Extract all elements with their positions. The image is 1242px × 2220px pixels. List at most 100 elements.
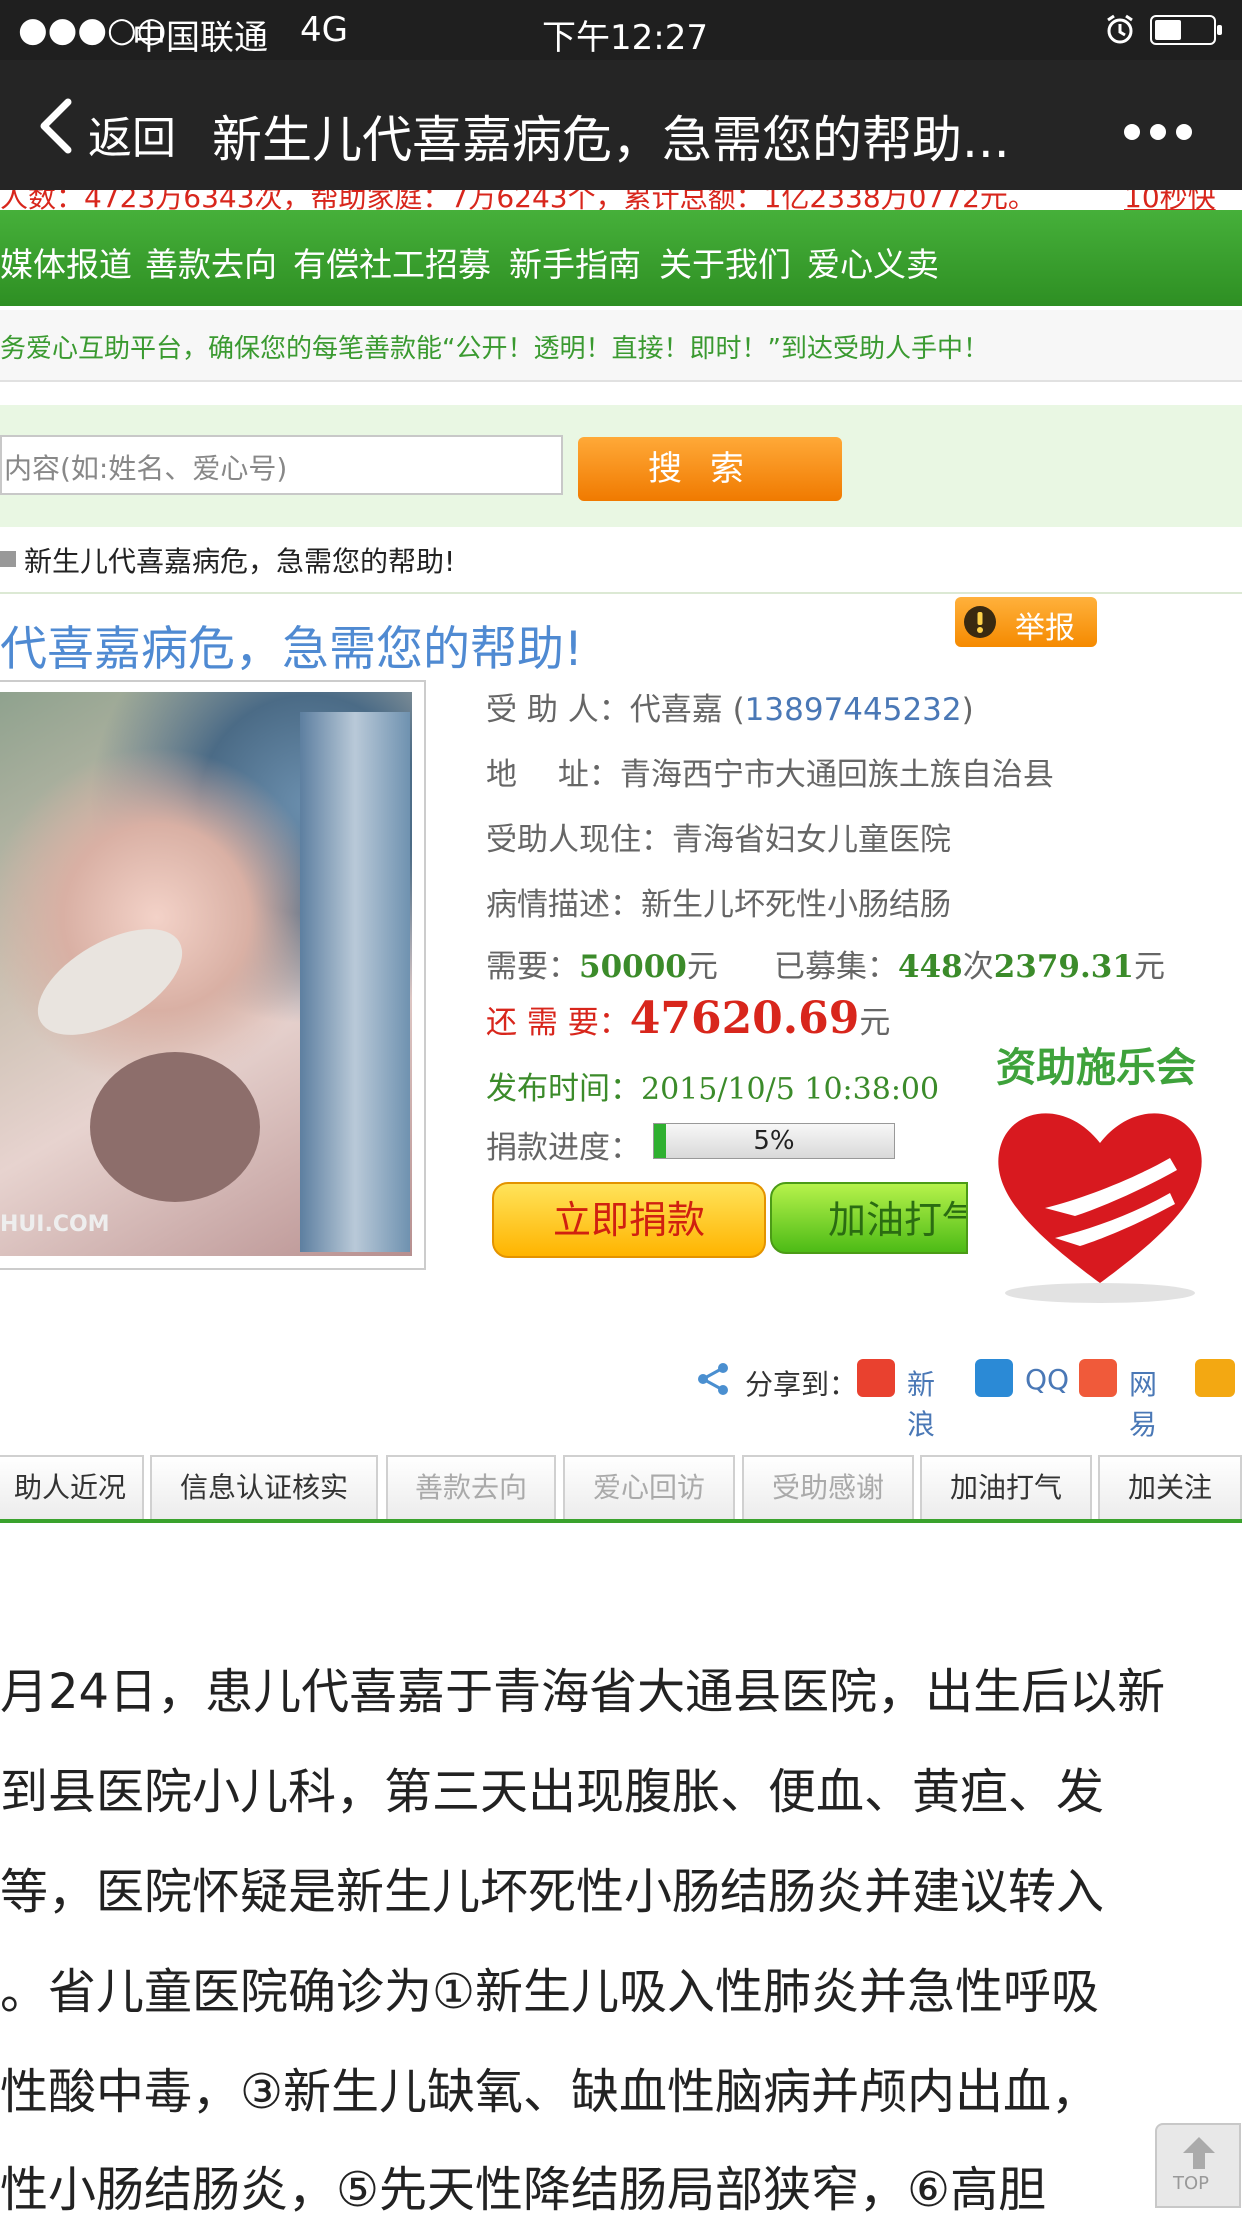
network-type: 4G (300, 10, 348, 50)
publish-label: 发布时间： (486, 1071, 641, 1107)
search-input[interactable]: 内容(如:姓名、爱心号) (0, 435, 563, 495)
share-sina[interactable]: 新浪 (907, 1363, 935, 1443)
menu-item-charity-sale[interactable]: 爱心义卖 (807, 238, 939, 286)
clock: 下午12:27 (542, 18, 708, 58)
progress-text: 5% (753, 1126, 795, 1156)
slogan-text: 务爱心互助平台，确保您的每笔善款能“公开！透明！直接！即时！”到达受助人手中！ (0, 334, 989, 364)
qq-icon[interactable] (975, 1359, 1013, 1397)
body-line: 性酸中毒，③新生儿缺氧、缺血性脑病并颅内出血， (0, 2064, 1100, 2120)
alarm-icon (1105, 14, 1135, 50)
tab-cheer[interactable]: 加油打气 (920, 1455, 1092, 1519)
condition-row: 病情描述：新生儿坏死性小肠结肠 (486, 879, 951, 924)
carrier-name: 中国联通 (132, 18, 268, 58)
still-need-unit: 元 (859, 1005, 891, 1041)
chevron-left-icon (40, 98, 72, 154)
main-menu: 媒体报道 善款去向 有偿社工招募 新手指南 关于我们 爱心义卖 (0, 210, 1242, 306)
warning-icon (964, 606, 996, 638)
recipient-row: 受 助 人：代喜嘉 (13897445232) (486, 692, 974, 728)
body-line: 。省儿童医院确诊为①新生儿吸入性肺炎并急性呼吸 (0, 1964, 1100, 2020)
photo-tape (20, 907, 200, 1057)
tab-underline (0, 1519, 1242, 1523)
tab-bar: 助人近况 信息认证核实 善款去向 爱心回访 受助感谢 加油打气 加关注 (0, 1455, 1242, 1523)
netease-icon[interactable] (1079, 1359, 1117, 1397)
heart-icon (998, 1113, 1202, 1303)
stats-text: 人数：4723万6343次，帮助家庭：7万6243个，累计总额：1亿2338万0… (0, 190, 1036, 210)
funding-row: 需要：50000元 (486, 941, 718, 986)
need-label: 需要： (486, 949, 579, 985)
back-to-top-button[interactable]: TOP (1155, 2123, 1241, 2208)
tab-verification[interactable]: 信息认证核实 (150, 1455, 378, 1519)
breadcrumb-bullet (0, 551, 16, 567)
still-need-row: 还 需 要：47620.69元 (486, 993, 890, 1044)
project-title: 代喜嘉病危，急需您的帮助! (0, 622, 583, 677)
stats-link[interactable]: 10秒快速 (1124, 190, 1242, 210)
more-icon[interactable] (1122, 122, 1194, 142)
page-title-nav: 新生儿代喜嘉病危，急需您的帮助... (212, 111, 1010, 169)
heart-hands-logo (985, 1088, 1215, 1312)
donation-progress-bar: 5% (653, 1123, 895, 1159)
recipient-photo: HUI.COM (0, 692, 412, 1256)
weibo-icon[interactable] (857, 1359, 895, 1397)
body-line: 等，医院怀疑是新生儿坏死性小肠结肠炎并建议转入 (0, 1864, 1105, 1920)
stats-strip: 人数：4723万6343次，帮助家庭：7万6243个，累计总额：1亿2338万0… (0, 190, 1242, 210)
search-placeholder: 内容(如:姓名、爱心号) (4, 452, 288, 485)
recipient-label: 受 助 人： (486, 692, 630, 728)
raised-unit: 元 (1133, 949, 1165, 985)
publish-time: 2015/10/5 10:38:00 (641, 1072, 940, 1107)
body-line: 月24日，患儿代喜嘉于青海省大通县医院，出生后以新 (0, 1664, 1166, 1720)
condition-label: 病情描述： (486, 887, 641, 923)
address-row: 地 址：青海西宁市大通回族土族自治县 (486, 749, 1054, 794)
tencent-weibo-icon[interactable] (1195, 1359, 1235, 1397)
progress-row: 捐款进度： (486, 1122, 641, 1167)
logo-text: 资助施乐会 (996, 1045, 1196, 1091)
tab-recipient-status[interactable]: 助人近况 (0, 1455, 144, 1519)
body-line: 性小肠结肠炎，⑤先天性降结肠局部狭窄，⑥高胆 (0, 2162, 1047, 2218)
menu-item-donation-flow[interactable]: 善款去向 (145, 238, 277, 286)
status-bar: ●●●○○ 中国联通 4G 下午12:27 (0, 0, 1242, 60)
divider (0, 592, 1242, 594)
raised-times-unit: 次 (962, 949, 994, 985)
address-value: 青海西宁市大通回族土族自治县 (619, 757, 1054, 793)
report-label: 举报 (1015, 611, 1075, 646)
still-need-amount: 47620.69 (629, 993, 860, 1044)
slogan-bar: 务爱心互助平台，确保您的每笔善款能“公开！透明！直接！即时！”到达受助人手中！ (0, 310, 1242, 382)
search-button[interactable]: 搜索 (578, 437, 842, 501)
battery-icon (1150, 15, 1224, 49)
menu-item-media[interactable]: 媒体报道 (0, 238, 132, 286)
donate-button[interactable]: 立即捐款 (492, 1182, 766, 1258)
menu-item-about[interactable]: 关于我们 (659, 238, 791, 286)
arrow-up-icon (1183, 2137, 1215, 2169)
current-location-value: 青海省妇女儿童医院 (672, 822, 951, 858)
tab-follow[interactable]: 加关注 (1098, 1455, 1242, 1519)
address-label: 地 址： (486, 757, 620, 793)
still-need-label: 还 需 要： (486, 1005, 630, 1041)
breadcrumb[interactable]: 新生儿代喜嘉病危，急需您的帮助! (24, 540, 455, 580)
share-icon (698, 1363, 728, 1395)
tab-thanks[interactable]: 受助感谢 (742, 1455, 914, 1519)
share-qq[interactable]: QQ (1025, 1363, 1069, 1396)
condition-value: 新生儿坏死性小肠结肠 (641, 887, 951, 923)
menu-item-guide[interactable]: 新手指南 (509, 238, 641, 286)
progress-label: 捐款进度： (486, 1130, 641, 1166)
cheer-button[interactable]: 加油打气 (770, 1182, 968, 1254)
need-amount: 50000 (579, 949, 687, 985)
top-label: TOP (1173, 2173, 1210, 2194)
photo-blanket (300, 712, 410, 1252)
need-unit: 元 (686, 949, 718, 985)
recipient-name: 代喜嘉 (629, 692, 723, 728)
menu-item-recruit[interactable]: 有偿社工招募 (293, 238, 491, 286)
back-button[interactable]: 返回 (36, 90, 196, 164)
publish-row: 发布时间：2015/10/5 10:38:00 (486, 1063, 939, 1108)
share-label: 分享到： (745, 1368, 858, 1401)
current-location-row: 受助人现住：青海省妇女儿童医院 (486, 814, 951, 859)
report-button[interactable]: 举报 (955, 597, 1097, 647)
raised-count: 448 (898, 949, 963, 985)
back-label: 返回 (88, 113, 176, 164)
share-netease[interactable]: 网易 (1129, 1363, 1157, 1443)
body-line: 到县医院小儿科，第三天出现腹胀、便血、黄疸、发 (0, 1764, 1105, 1820)
recipient-phone[interactable]: 13897445232 (745, 692, 962, 728)
current-location-label: 受助人现住： (486, 822, 672, 858)
tab-followup[interactable]: 爱心回访 (563, 1455, 735, 1519)
tab-donation-flow[interactable]: 善款去向 (386, 1455, 556, 1519)
nav-bar: 返回 新生儿代喜嘉病危，急需您的帮助... (0, 60, 1242, 190)
